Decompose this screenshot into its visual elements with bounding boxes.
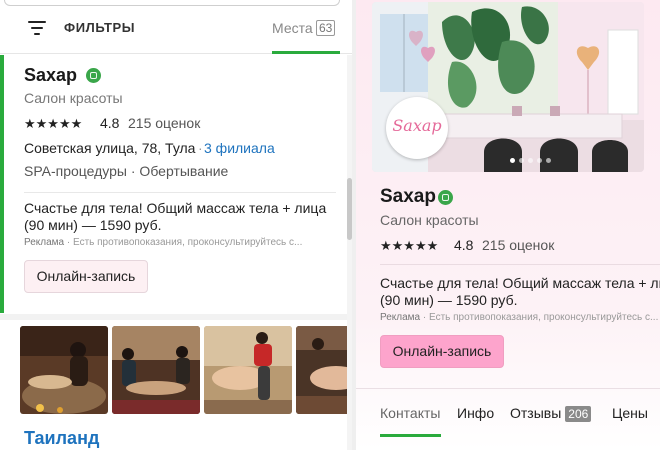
active-tab-indicator [380, 434, 441, 437]
ad-label: Реклама [24, 237, 65, 248]
star-rating: ★★★★★ [380, 238, 439, 253]
promo-line-1: Счастье для тела! Общий массаж тела + ли… [24, 200, 327, 216]
place-title[interactable]: Saxap [24, 65, 77, 86]
results-list-panel: ФИЛЬТРЫ Места 63 Saxap Салон красоты ★★★… [0, 0, 352, 450]
search-input-edge[interactable] [4, 0, 340, 6]
cards-separator [0, 314, 352, 320]
ad-notice: Реклама · Есть противопоказания, проконс… [380, 312, 658, 323]
place-photos-strip [20, 326, 352, 414]
filters-button[interactable]: ФИЛЬТРЫ [64, 20, 135, 35]
online-booking-button[interactable]: Онлайн-запись [24, 260, 148, 293]
details-divider [380, 264, 660, 265]
verified-badge-icon [438, 190, 453, 205]
brand-logo-text: Saxap [392, 116, 442, 135]
reviews-count[interactable]: 215 оценок [128, 115, 200, 131]
tab-contacts[interactable]: Контакты [380, 405, 440, 421]
photo-thumbnail[interactable] [112, 326, 200, 414]
ad-disclaimer: · Есть противопоказания, проконсультируй… [66, 237, 303, 248]
photo-thumbnail[interactable] [20, 326, 108, 414]
carousel-dot[interactable] [528, 158, 533, 163]
next-place-title[interactable]: Таиланд [24, 428, 99, 449]
carousel-dot[interactable] [537, 158, 542, 163]
tab-reviews[interactable]: Отзывы 206 [510, 405, 592, 422]
promo-line-1: Счастье для тела! Общий массаж тела + ли [380, 275, 660, 291]
place-card-selected[interactable]: Saxap Салон красоты ★★★★★ 4.8 215 оценок… [0, 55, 352, 313]
star-rating: ★★★★★ [24, 116, 83, 131]
place-services: SPA-процедуры · Обертывание [24, 163, 229, 179]
tab-reviews-count: 206 [565, 406, 592, 422]
app-root: ФИЛЬТРЫ Места 63 Saxap Салон красоты ★★★… [0, 0, 660, 450]
ad-disclaimer: · Есть противопоказания, проконсультируй… [422, 312, 659, 323]
card-divider [24, 192, 336, 193]
tab-places-label: Места [272, 20, 313, 36]
filters-bar: ФИЛЬТРЫ Места 63 [0, 0, 352, 54]
address-separator: · [198, 140, 203, 156]
promo-line-2: (90 мин) — 1590 руб. [24, 217, 162, 233]
tab-info[interactable]: Инфо [457, 405, 494, 421]
ad-label: Реклама [380, 312, 421, 323]
place-category: Салон красоты [24, 90, 123, 106]
online-booking-button[interactable]: Онлайн-запись [380, 335, 504, 368]
ad-notice: Реклама · Есть противопоказания, проконс… [24, 237, 302, 248]
details-tabs: Контакты Инфо Отзывы 206 Цены [356, 388, 660, 437]
carousel-dot[interactable] [519, 158, 524, 163]
promo-line-2: (90 мин) — 1590 руб. [380, 292, 518, 308]
tab-prices[interactable]: Цены [612, 405, 648, 421]
branches-link[interactable]: 3 филиала [204, 140, 275, 156]
carousel-dot[interactable] [546, 158, 551, 163]
tab-places[interactable]: Места 63 [272, 12, 340, 54]
place-title: Saxap [380, 186, 436, 207]
place-category: Салон красоты [380, 212, 479, 228]
verified-badge-icon [86, 68, 101, 83]
tab-places-count: 63 [316, 20, 336, 36]
tab-reviews-label: Отзывы [510, 405, 562, 421]
carousel-dot-active[interactable] [510, 158, 515, 163]
place-address: Советская улица, 78, Тула [24, 140, 196, 156]
place-details-panel: Saxap Saxap Салон красоты ★★★★★ 4.8 215 … [356, 0, 660, 450]
photo-thumbnail[interactable] [204, 326, 292, 414]
brand-logo: Saxap [386, 97, 448, 159]
reviews-count[interactable]: 215 оценок [482, 237, 554, 253]
rating-value: 4.8 [454, 237, 474, 253]
photo-thumbnail[interactable] [296, 326, 352, 414]
filter-icon[interactable] [28, 21, 48, 35]
rating-value: 4.8 [100, 115, 120, 131]
